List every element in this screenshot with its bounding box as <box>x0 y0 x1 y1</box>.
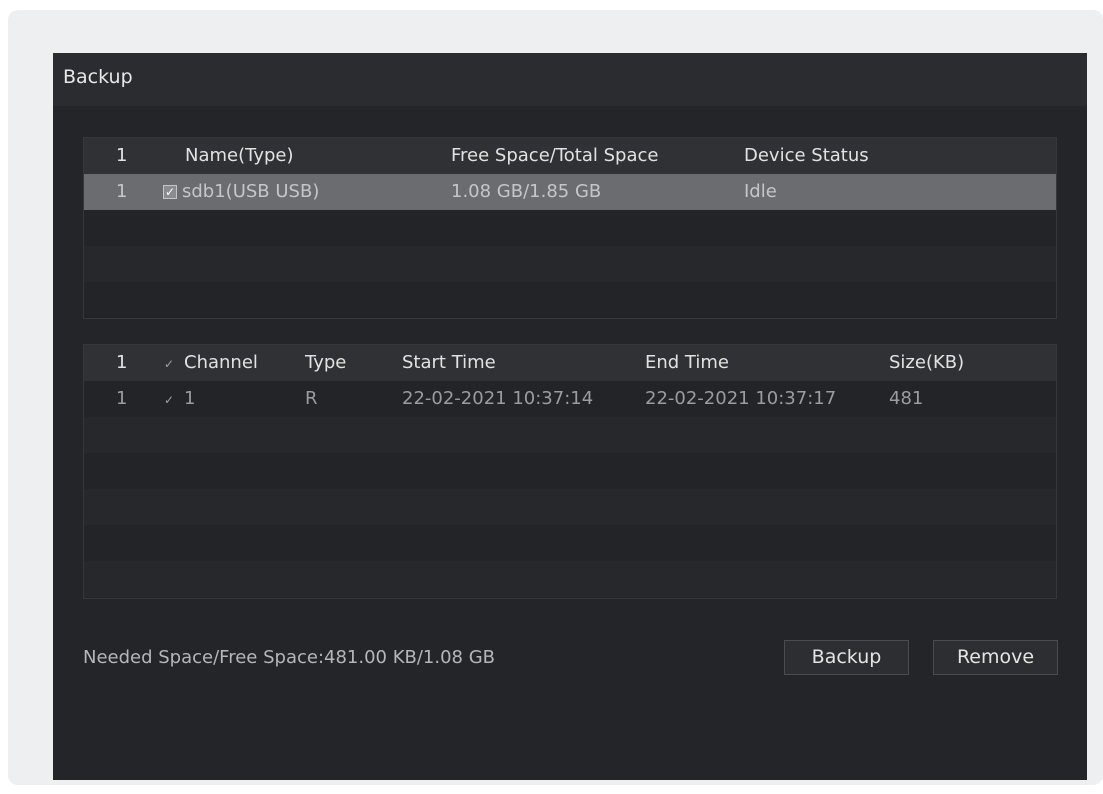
file-type: R <box>305 388 318 409</box>
device-status: Idle <box>744 181 777 202</box>
title-bar: Backup <box>53 53 1087 106</box>
file-empty-row <box>84 489 1056 525</box>
file-empty-row <box>84 417 1056 453</box>
device-name: sdb1(USB USB) <box>182 181 320 202</box>
check-icon[interactable]: ✓ <box>163 185 177 199</box>
device-header-index: 1 <box>116 145 128 166</box>
space-info: Needed Space/Free Space:481.00 KB/1.08 G… <box>83 647 496 668</box>
backup-button[interactable]: Backup <box>784 640 909 675</box>
device-header-space[interactable]: Free Space/Total Space <box>451 138 658 174</box>
device-row[interactable]: 1 ✓ sdb1(USB USB) 1.08 GB/1.85 GB Idle <box>84 174 1056 210</box>
file-header-channel[interactable]: Channel <box>184 345 258 381</box>
file-row-index: 1 <box>116 388 128 409</box>
file-header-type[interactable]: Type <box>305 345 346 381</box>
device-empty-row <box>84 246 1056 282</box>
dialog-title: Backup <box>63 66 133 88</box>
file-size: 481 <box>889 388 924 409</box>
backup-window-frame: Backup 1 Name(Type) Free Space/Total Spa… <box>8 10 1103 785</box>
device-header-status[interactable]: Device Status <box>744 138 869 174</box>
backup-dialog: Backup 1 Name(Type) Free Space/Total Spa… <box>53 53 1087 780</box>
file-end-time: 22-02-2021 10:37:17 <box>645 388 837 409</box>
device-table-header: 1 Name(Type) Free Space/Total Space Devi… <box>84 138 1056 174</box>
file-empty-row <box>84 561 1056 597</box>
select-all-check-icon[interactable]: ✓ <box>162 357 176 371</box>
remove-button[interactable]: Remove <box>933 640 1058 675</box>
file-start-time: 22-02-2021 10:37:14 <box>402 388 594 409</box>
device-table: 1 Name(Type) Free Space/Total Space Devi… <box>83 137 1057 319</box>
file-header-start[interactable]: Start Time <box>402 345 496 381</box>
check-icon[interactable]: ✓ <box>162 393 176 407</box>
device-space: 1.08 GB/1.85 GB <box>451 181 602 202</box>
file-header-index: 1 <box>116 352 128 373</box>
file-row[interactable]: 1 ✓ 1 R 22-02-2021 10:37:14 22-02-2021 1… <box>84 381 1056 417</box>
file-table: 1 ✓ Channel Type Start Time End Time Siz… <box>83 344 1057 599</box>
file-header-size[interactable]: Size(KB) <box>889 345 964 381</box>
device-header-name[interactable]: Name(Type) <box>185 138 294 174</box>
device-row-index: 1 <box>116 181 128 202</box>
file-table-header: 1 ✓ Channel Type Start Time End Time Siz… <box>84 345 1056 381</box>
file-header-end[interactable]: End Time <box>645 345 729 381</box>
file-channel: 1 <box>184 388 196 409</box>
